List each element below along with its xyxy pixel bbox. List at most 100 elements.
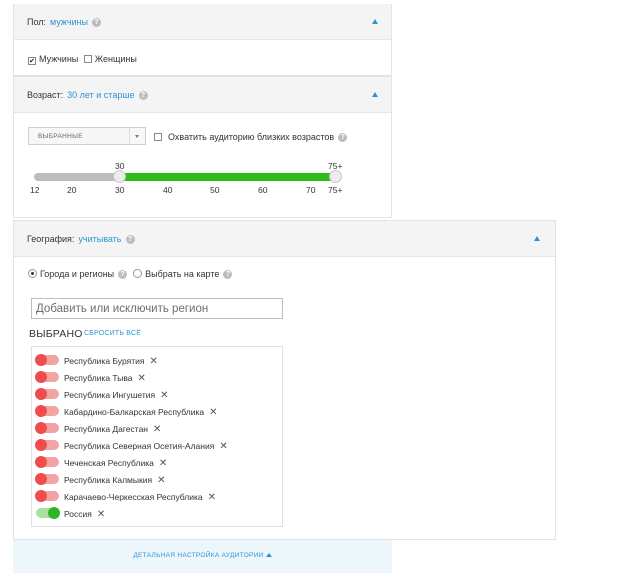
region-item-label: Республика Бурятия ✕ [64,356,158,367]
age-mode-select-value: ВЫБРАННЫЕ [38,133,83,140]
age-panel-header[interactable]: Возраст: 30 лет и старше? [14,77,391,113]
gender-female-checkbox[interactable] [83,55,92,63]
region-name: Республика Ингушетия [64,390,156,400]
region-item-label: Республика Дагестан ✕ [64,424,161,435]
region-item-label: Республика Тыва ✕ [64,373,146,384]
age-collapse-icon[interactable] [372,92,378,97]
region-name: Республика Калмыкия [64,475,153,485]
close-ages-help-icon[interactable]: ? [338,133,348,143]
remove-region-icon[interactable]: ✕ [157,476,165,486]
age-help-icon[interactable]: ? [138,91,148,101]
select-arrow-box [129,128,145,144]
slider-tick: 20 [67,185,77,195]
gender-panel: Пол:мужчины? Мужчины Женщины [13,4,392,76]
close-ages-option[interactable]: Охватить аудиторию близких возрастов? [154,132,348,143]
region-item-label: Карачаево-Черкесская Республика ✕ [64,492,216,503]
region-include-toggle[interactable] [35,405,59,417]
remove-region-icon[interactable]: ✕ [219,442,227,452]
region-include-toggle[interactable] [35,422,59,434]
age-panel: Возраст: 30 лет и старше? ВЫБРАННЫЕ Охват… [13,76,392,218]
region-search-input[interactable] [31,298,283,319]
geo-mode-map-label[interactable]: Выбрать на карте [145,269,219,279]
region-include-toggle[interactable] [36,507,60,519]
geo-map-help-icon[interactable]: ? [223,270,233,280]
age-slider-min-handle[interactable] [113,170,126,183]
toggle-knob [35,405,47,417]
region-include-toggle[interactable] [35,439,59,451]
selected-regions-list: Республика Бурятия ✕ Республика Тыва ✕ Респу… [31,346,283,527]
remove-region-icon[interactable]: ✕ [149,357,157,367]
gender-options: Мужчины Женщины [28,54,137,65]
geo-regions-help-icon[interactable]: ? [118,270,128,280]
age-slider-track[interactable] [34,173,120,181]
gender-help-icon[interactable]: ? [92,18,101,28]
region-name: Кабардино-Балкарская Республика [64,407,205,417]
toggle-knob [48,507,60,519]
geo-mode-regions-label[interactable]: Города и регионы [40,269,114,279]
slider-tick: 50 [210,185,220,195]
toggle-knob [35,473,47,485]
remove-region-icon[interactable]: ✕ [97,510,105,520]
region-item-label: Республика Ингушетия ✕ [64,390,168,401]
region-item-label: Республика Северная Осетия-Алания ✕ [64,441,228,452]
region-include-toggle[interactable] [35,388,59,400]
gender-label: Пол: [27,17,47,27]
geo-help-icon[interactable]: ? [125,235,135,245]
geo-panel-header[interactable]: География: учитывать? [14,221,555,257]
chevron-down-icon [135,135,139,138]
gender-collapse-icon[interactable] [372,19,378,24]
age-label: Возраст: [27,90,64,100]
age-slider-max-handle[interactable] [329,170,342,183]
region-include-toggle[interactable] [35,473,59,485]
toggle-knob [35,354,47,366]
geo-mode-map-radio[interactable] [133,269,143,278]
geo-value[interactable]: учитывать [78,234,121,244]
region-item-label: Кабардино-Балкарская Республика ✕ [64,407,217,418]
remove-region-icon[interactable]: ✕ [209,408,217,418]
toggle-knob [35,422,47,434]
detailed-settings-link[interactable]: ДЕТАЛЬНАЯ НАСТРОЙКА АУДИТОРИИ [13,552,392,559]
remove-region-icon[interactable]: ✕ [160,391,168,401]
toggle-knob [35,456,47,468]
region-name: Карачаево-Черкесская Республика [64,492,203,502]
region-item-label: Россия ✕ [64,509,105,520]
caret-up-icon [265,553,272,557]
gender-male-label[interactable]: Мужчины [39,54,78,64]
gender-value[interactable]: мужчины [50,17,88,27]
geo-collapse-icon[interactable] [534,236,540,241]
gender-header-text: Пол: мужчины? [27,17,101,28]
age-slider-range[interactable] [118,173,336,181]
region-include-toggle[interactable] [35,490,59,502]
geo-mode-regions-radio[interactable] [28,269,37,278]
detailed-settings-label[interactable]: ДЕТАЛЬНАЯ НАСТРОЙКА АУДИТОРИИ [133,552,263,559]
close-ages-checkbox[interactable] [154,133,162,141]
remove-region-icon[interactable]: ✕ [208,493,216,503]
remove-region-icon[interactable]: ✕ [153,425,161,435]
close-ages-label[interactable]: Охватить аудиторию близких возрастов [168,132,334,142]
age-value[interactable]: 30 лет и старше [67,90,134,100]
slider-tick: 70 [306,185,316,195]
region-item-label: Республика Калмыкия ✕ [64,475,165,486]
toggle-knob [35,439,47,451]
gender-male-checkbox[interactable] [28,57,36,65]
toggle-knob [35,388,47,400]
geo-panel: География: учитывать? Города и регионы? Вы… [13,220,556,540]
region-name: Республика Тыва [64,373,133,383]
toggle-knob [35,490,47,502]
gender-panel-header[interactable]: Пол: мужчины? [14,4,391,40]
age-mode-select[interactable]: ВЫБРАННЫЕ [28,127,146,145]
gender-female-label[interactable]: Женщины [95,54,137,64]
region-name: Чеченская Республика [64,458,154,468]
region-include-toggle[interactable] [35,456,59,468]
reset-all-link[interactable]: СБРОСИТЬ ВСЁ [84,330,141,337]
region-include-toggle[interactable] [35,371,59,383]
slider-tick: 75+ [328,185,343,195]
toggle-knob [35,371,47,383]
slider-tick: 12 [30,185,40,195]
region-include-toggle[interactable] [35,354,59,366]
geo-mode-options: Города и регионы? Выбрать на карте? [28,269,233,280]
region-name: Республика Бурятия [64,356,145,366]
remove-region-icon[interactable]: ✕ [159,459,167,469]
remove-region-icon[interactable]: ✕ [138,374,146,384]
geo-label: География: [27,234,75,244]
